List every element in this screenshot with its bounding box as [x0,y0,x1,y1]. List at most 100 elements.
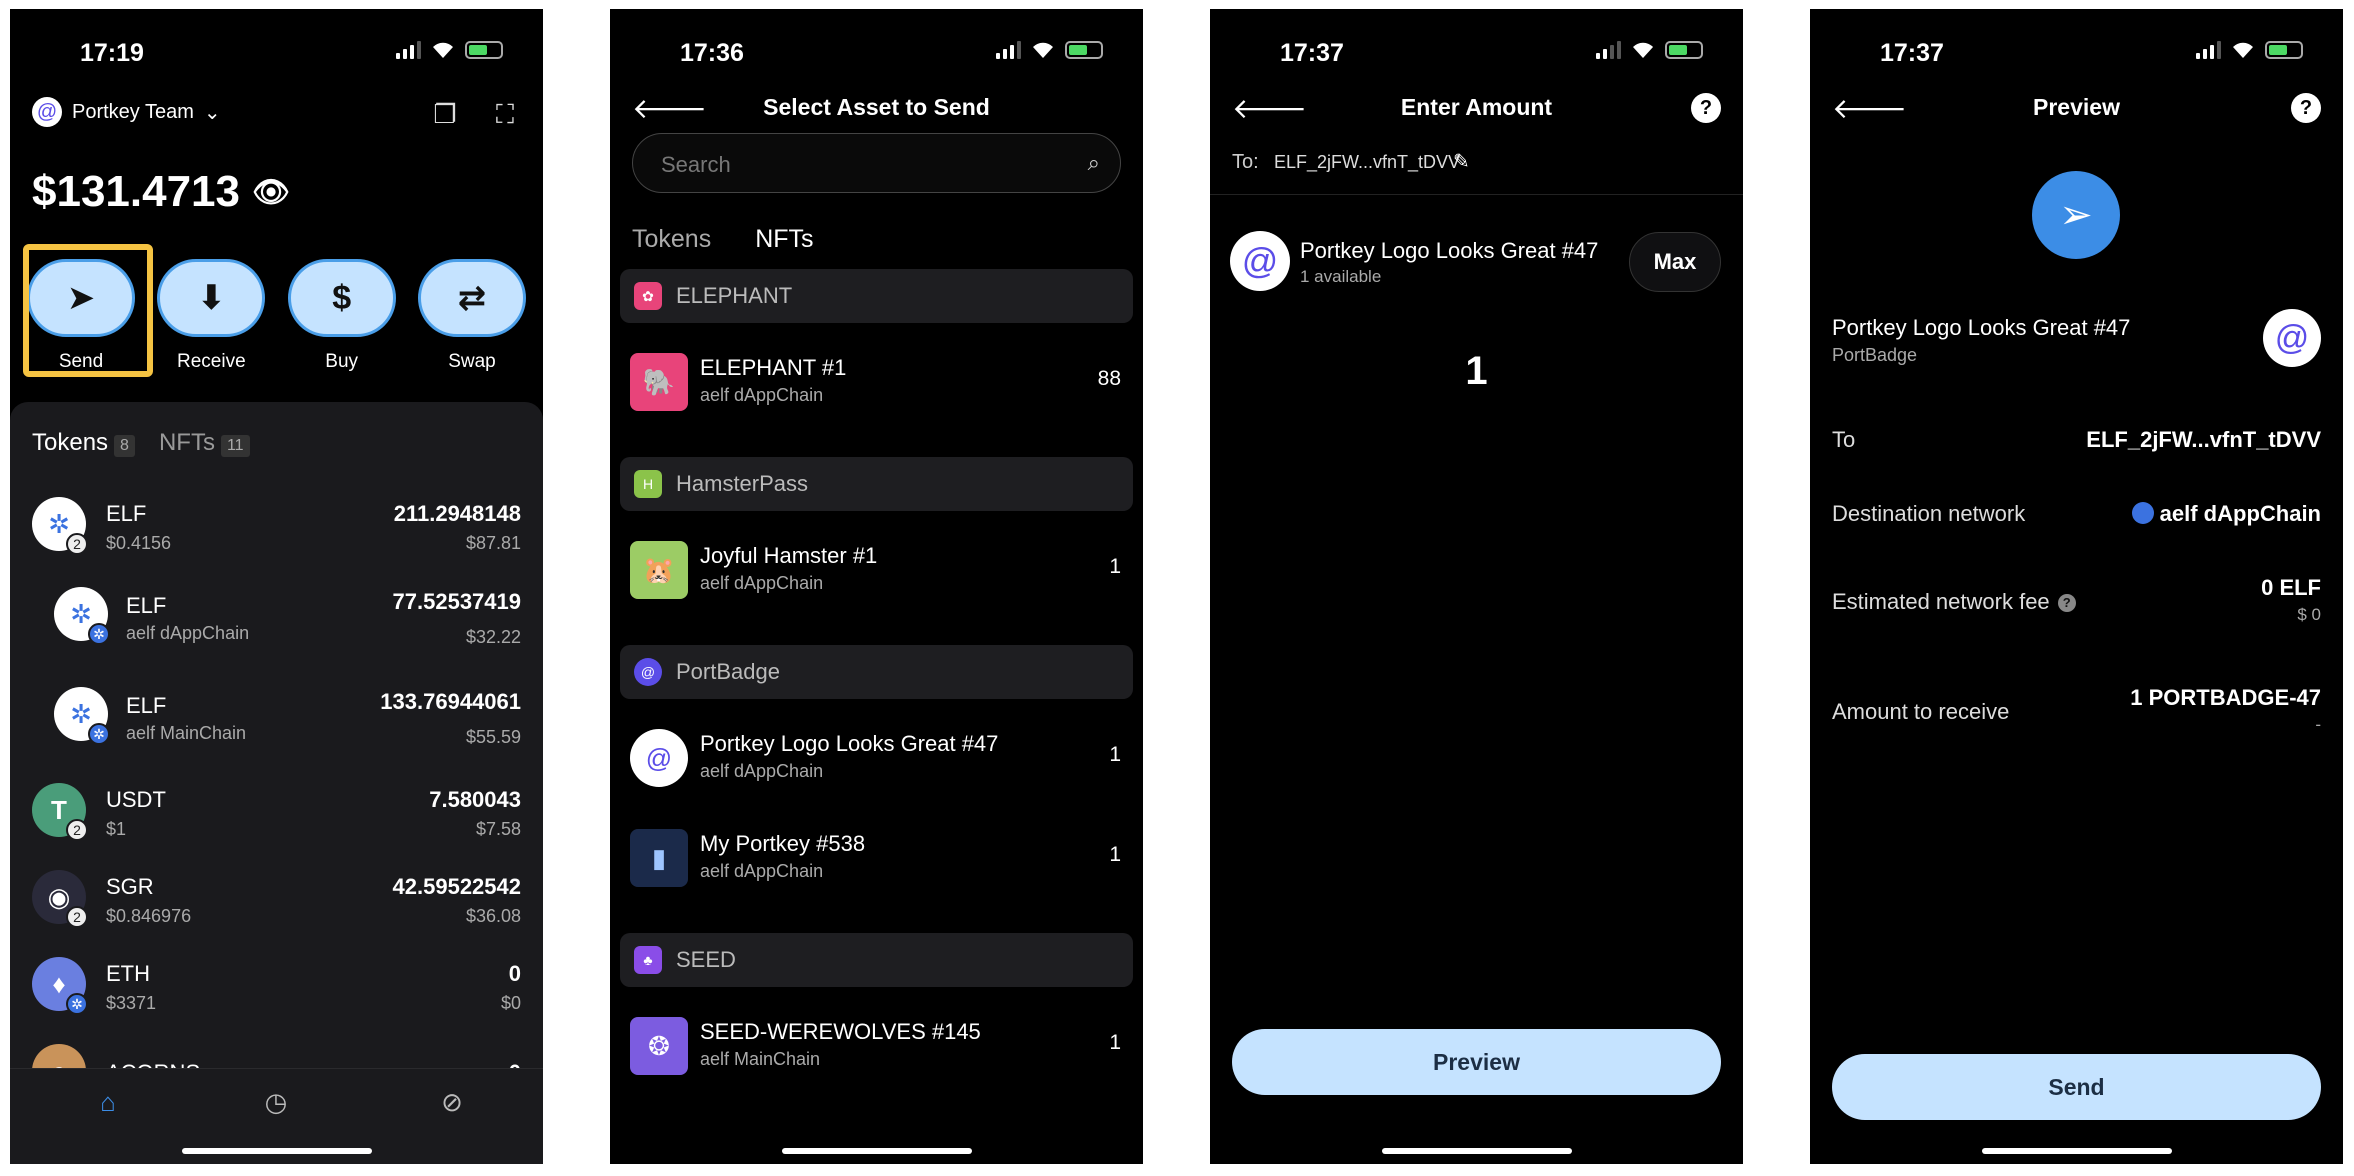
nft-name: Portkey Logo Looks Great #47 [1832,315,2131,340]
token-row[interactable]: ♦ ✲ ETH $3371 0 $0 [10,949,543,1029]
preview-button[interactable]: Preview [1232,1029,1721,1095]
page-title: Select Asset to Send [763,94,990,120]
status-time: 17:36 [680,39,744,67]
eye-icon[interactable]: 👁 [252,175,290,210]
scan-icon[interactable]: ⛶ [490,99,520,129]
battery-icon [1065,41,1103,59]
buy-label: Buy [325,351,359,372]
compass-icon[interactable]: ⊘ [436,1087,468,1119]
copy-icon[interactable]: ❐ [430,99,460,129]
home-indicator [1981,1148,2172,1154]
recipient-bar: To: ELF_2jFW...vfnT_tDVV ✎ [1210,139,1743,195]
mainchain-icon: ✲ [88,723,110,745]
edit-icon[interactable]: ✎ [1453,149,1470,174]
receive-row: Amount to receive 1 PORTBADGE-47 - [1832,677,2321,737]
header: 🡐 Preview ? [1810,91,2343,131]
nft-available: 1 available [1300,267,1382,286]
total-balance: $131.4713 👁 [32,167,290,217]
battery-icon [1665,41,1703,59]
collection-header: ♣ SEED [620,933,1133,987]
nft-chain: aelf dAppChain [700,861,824,881]
help-icon[interactable]: ? [2291,93,2321,123]
home-icon[interactable]: ⌂ [92,1087,124,1119]
collection-header: @ PortBadge [620,645,1133,699]
wifi-icon [1033,42,1053,58]
info-icon[interactable]: ? [2057,594,2076,612]
screen-preview: 17:37 🡐 Preview ? ➢ Portkey Logo Looks G… [1810,9,2343,1164]
chain-count-badge: 2 [66,819,88,841]
tab-nfts[interactable]: NFTs 11 [159,429,250,457]
seed-thumb-icon: ❂ [630,1017,688,1075]
selected-nft: @ Portkey Logo Looks Great #47 1 availab… [1210,219,1743,299]
wifi-icon [2233,42,2253,58]
tab-tokens[interactable]: Tokens 8 [32,429,135,457]
token-chain: aelf dAppChain [126,623,250,643]
nft-row[interactable]: 🐘 ELEPHANT #1 aelf dAppChain 88 [610,339,1143,429]
fee-label: Estimated network fee [1832,589,2050,614]
swap-button[interactable]: ⇄ Swap [417,259,527,373]
amount-input[interactable]: 1 [1210,349,1743,394]
screen-wallet-home: 17:19 @ Portkey Team ⌄ ❐ ⛶ $131.4713 👁 ➤… [10,9,543,1164]
nft-row[interactable]: 🐹 Joyful Hamster #1 aelf dAppChain 1 [610,527,1143,617]
status-bar: 17:37 [1810,33,2343,67]
tab-nfts[interactable]: NFTs [755,225,813,254]
asset-tabs: Tokens 8 NFTs 11 [32,429,250,457]
elephant-collection-icon: ✿ [634,282,662,310]
collection-name: HamsterPass [676,471,809,496]
home-indicator [1381,1148,1572,1154]
signal-icon [2196,41,2221,59]
seed-collection-icon: ♣ [634,946,662,974]
token-amount: 77.52537419 [392,589,521,614]
screen-select-asset: 17:36 🡐 Select Asset to Send Search ⌕ To… [610,9,1143,1164]
token-usd: $7.58 [475,819,521,839]
to-value: ELF_2jFW...vfnT_tDVV [2086,427,2321,452]
clock-icon[interactable]: ◷ [260,1087,292,1119]
token-row[interactable]: ✲ 2 ELF $0.4156 211.2948148 $87.81 [10,489,543,569]
token-row[interactable]: ✲ ✲ ELF aelf MainChain 133.76944061 $55.… [10,679,543,759]
help-icon[interactable]: ? [1691,93,1721,123]
token-symbol: SGR [106,874,154,899]
home-indicator [181,1148,372,1154]
team-selector[interactable]: @ Portkey Team ⌄ [32,97,221,127]
chain-count-badge: 2 [66,533,88,555]
recipient-address: ELF_2jFW...vfnT_tDVV [1274,152,1461,172]
tab-nfts-label: NFTs [158,429,215,456]
tab-tokens[interactable]: Tokens [632,225,711,254]
send-button[interactable]: Send [1832,1054,2321,1120]
chevron-down-icon: ⌄ [203,101,221,124]
send-highlight-box [23,244,153,377]
elephant-thumb-icon: 🐘 [630,353,688,411]
header: 🡐 Enter Amount ? [1210,91,1743,131]
buy-button[interactable]: $ Buy [287,259,397,373]
nfts-count: 11 [220,435,250,457]
nft-row[interactable]: ❂ SEED-WEREWOLVES #145 aelf MainChain 1 [610,1003,1143,1093]
to-label: To: [1232,151,1259,173]
nft-row[interactable]: @ Portkey Logo Looks Great #47 aelf dApp… [610,715,1143,805]
token-price: $0.846976 [106,906,192,926]
portbadge-collection-icon: @ [634,658,662,686]
receive-button[interactable]: ⬇ Receive [156,259,266,373]
nft-row[interactable]: ▮ My Portkey #538 aelf dAppChain 1 [610,815,1143,905]
token-usd: $36.08 [465,906,521,926]
max-button[interactable]: Max [1629,232,1721,292]
token-amount: 7.580043 [429,787,521,812]
status-bar: 17:36 [610,33,1143,67]
token-chain: aelf MainChain [126,723,247,743]
status-time: 17:19 [80,39,144,67]
search-input[interactable]: Search ⌕ [632,133,1121,193]
token-row[interactable]: ◉ 2 SGR $0.846976 42.59522542 $36.08 [10,862,543,942]
token-row[interactable]: T 2 USDT $1 7.580043 $7.58 [10,775,543,855]
status-bar: 17:37 [1210,33,1743,67]
chain-count-badge: 2 [66,906,88,928]
token-symbol: ELF [126,593,167,618]
destination-label: Destination network [1832,501,2026,526]
destination-network-name: aelf dAppChain [2159,501,2321,526]
receive-icon: ⬇ [157,259,266,337]
token-row[interactable]: ✲ ✲ ELF aelf dAppChain 77.52537419 $32.2… [10,579,543,659]
dappchain-icon [2131,502,2154,524]
nft-name: ELEPHANT #1 [700,355,847,380]
token-price: $1 [106,819,127,839]
nft-chain: aelf dAppChain [700,385,824,405]
nft-qty: 1 [1109,555,1121,578]
token-symbol: ETH [106,961,150,986]
